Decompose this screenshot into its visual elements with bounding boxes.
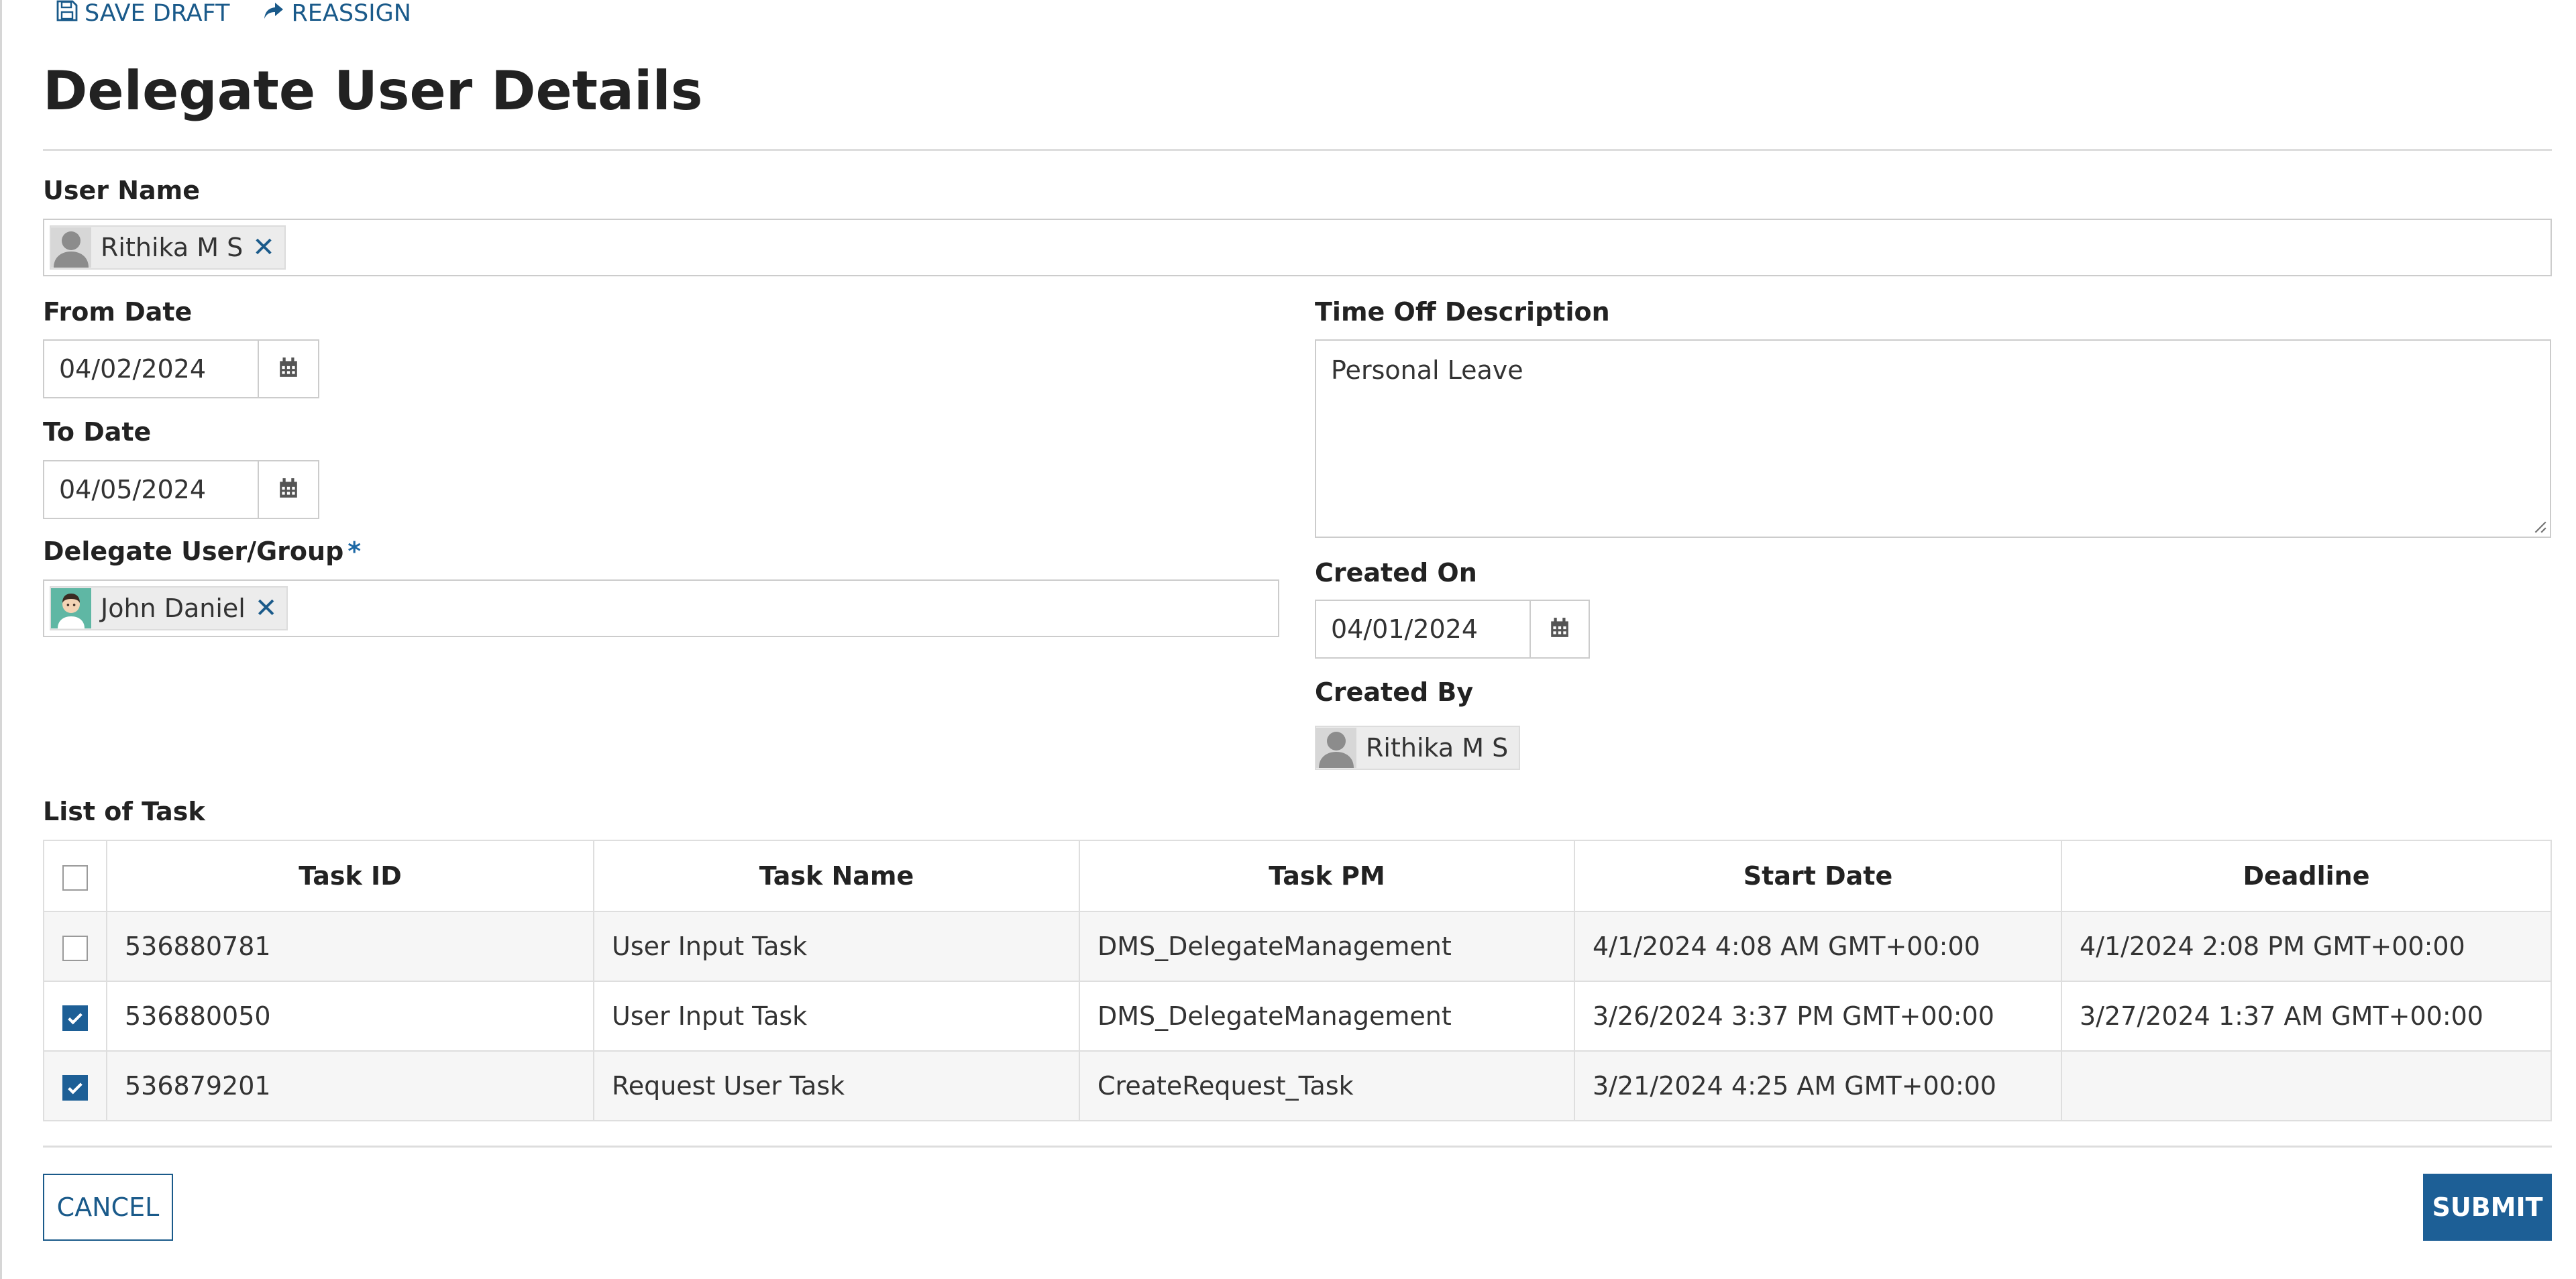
- task-pm-cell: CreateRequest_Task: [1079, 1050, 1575, 1121]
- select-all-cell: [43, 840, 107, 912]
- delegate-label: Delegate User/Group *: [43, 537, 361, 566]
- reassign-button[interactable]: REASSIGN: [263, 0, 411, 27]
- start-date-cell: 3/26/2024 3:37 PM GMT+00:00: [1574, 981, 2062, 1052]
- user-name-chip: Rithika M S ✕: [50, 225, 286, 270]
- task-id-cell: 536879201: [106, 1050, 594, 1121]
- created-by-chip: Rithika M S: [1315, 726, 1521, 770]
- task-pm-cell: DMS_DelegateManagement: [1079, 911, 1575, 982]
- delegate-label-text: Delegate User/Group: [43, 537, 344, 566]
- user-silhouette-icon: [54, 231, 89, 268]
- column-header-task-name[interactable]: Task Name: [593, 840, 1080, 912]
- start-date-cell: 4/1/2024 4:08 AM GMT+00:00: [1574, 911, 2062, 982]
- table-row[interactable]: 536879201 Request User Task CreateReques…: [43, 1050, 2552, 1121]
- page-left-border: [0, 0, 2, 1279]
- task-pm-cell: DMS_DelegateManagement: [1079, 981, 1575, 1052]
- column-header-deadline[interactable]: Deadline: [2061, 840, 2552, 912]
- to-date-calendar-button[interactable]: [259, 461, 318, 518]
- task-name-cell: User Input Task: [593, 981, 1080, 1052]
- user-name-label: User Name: [43, 176, 201, 205]
- deadline-cell: 3/27/2024 1:37 AM GMT+00:00: [2061, 981, 2552, 1052]
- table-header-row: Task ID Task Name Task PM Start Date Dea…: [43, 840, 2552, 912]
- from-date-calendar-button[interactable]: [259, 341, 318, 397]
- person-avatar-icon: [51, 588, 91, 628]
- action-toolbar: SAVE DRAFT REASSIGN: [56, 0, 411, 27]
- from-date-input[interactable]: 04/02/2024: [44, 341, 259, 397]
- time-off-label: Time Off Description: [1315, 297, 1610, 327]
- page-title: Delegate User Details: [43, 60, 703, 122]
- delegate-chip: John Daniel ✕: [50, 586, 288, 630]
- column-header-task-pm[interactable]: Task PM: [1079, 840, 1575, 912]
- save-draft-label: SAVE DRAFT: [85, 0, 230, 27]
- user-silhouette-icon: [1319, 732, 1354, 768]
- calendar-icon: [278, 357, 299, 381]
- calendar-icon: [1550, 617, 1570, 641]
- resize-grip-icon[interactable]: [2532, 519, 2547, 534]
- task-name-cell: Request User Task: [593, 1050, 1080, 1121]
- to-date-label: To Date: [43, 417, 152, 447]
- created-by-chip-text: Rithika M S: [1366, 733, 1509, 763]
- share-arrow-icon: [263, 0, 284, 27]
- task-id-cell: 536880781: [106, 911, 594, 982]
- submit-button[interactable]: SUBMIT: [2423, 1174, 2552, 1241]
- column-header-start-date[interactable]: Start Date: [1574, 840, 2062, 912]
- time-off-description-text: Personal Leave: [1331, 355, 1523, 385]
- row-select-cell: [43, 1050, 107, 1121]
- footer-divider: [43, 1146, 2552, 1148]
- row-checkbox[interactable]: [62, 1005, 88, 1031]
- task-table: Task ID Task Name Task PM Start Date Dea…: [43, 840, 2552, 1121]
- delegate-chip-text: John Daniel: [101, 594, 246, 623]
- created-on-label: Created On: [1315, 558, 1477, 588]
- checkmark-icon: [68, 1012, 83, 1025]
- reassign-label: REASSIGN: [291, 0, 411, 27]
- avatar: [51, 227, 91, 268]
- user-name-field[interactable]: Rithika M S ✕: [43, 219, 2552, 276]
- floppy-disk-icon: [56, 0, 78, 27]
- table-row[interactable]: 536880781 User Input Task DMS_DelegateMa…: [43, 911, 2552, 982]
- start-date-cell: 3/21/2024 4:25 AM GMT+00:00: [1574, 1050, 2062, 1121]
- table-row[interactable]: 536880050 User Input Task DMS_DelegateMa…: [43, 981, 2552, 1052]
- delegate-user-field[interactable]: John Daniel ✕: [43, 579, 1279, 637]
- required-marker: *: [347, 537, 362, 566]
- cancel-button[interactable]: CANCEL: [43, 1174, 173, 1241]
- time-off-description-input[interactable]: Personal Leave: [1315, 339, 2551, 538]
- select-all-checkbox[interactable]: [62, 865, 88, 891]
- task-list-label: List of Task: [43, 797, 205, 826]
- created-on-input[interactable]: 04/01/2024: [1316, 601, 1531, 657]
- calendar-icon: [278, 478, 299, 502]
- checkmark-icon: [68, 1082, 83, 1095]
- to-date-field: 04/05/2024: [43, 460, 319, 519]
- task-id-cell: 536880050: [106, 981, 594, 1052]
- remove-delegate-icon[interactable]: ✕: [255, 593, 287, 624]
- column-header-task-id[interactable]: Task ID: [106, 840, 594, 912]
- deadline-cell: [2061, 1050, 2552, 1121]
- row-checkbox[interactable]: [62, 1074, 88, 1101]
- task-name-cell: User Input Task: [593, 911, 1080, 982]
- title-divider: [43, 149, 2552, 151]
- row-checkbox[interactable]: [62, 935, 88, 961]
- deadline-cell: 4/1/2024 2:08 PM GMT+00:00: [2061, 911, 2552, 982]
- avatar: [51, 588, 91, 628]
- row-select-cell: [43, 981, 107, 1052]
- remove-user-name-icon[interactable]: ✕: [252, 232, 284, 263]
- created-by-label: Created By: [1315, 677, 1474, 707]
- from-date-field: 04/02/2024: [43, 339, 319, 398]
- created-on-field: 04/01/2024: [1315, 600, 1590, 659]
- save-draft-button[interactable]: SAVE DRAFT: [56, 0, 229, 27]
- row-select-cell: [43, 911, 107, 982]
- avatar: [1316, 728, 1356, 768]
- user-name-chip-text: Rithika M S: [101, 233, 244, 262]
- to-date-input[interactable]: 04/05/2024: [44, 461, 259, 518]
- from-date-label: From Date: [43, 297, 193, 327]
- created-on-calendar-button[interactable]: [1531, 601, 1589, 657]
